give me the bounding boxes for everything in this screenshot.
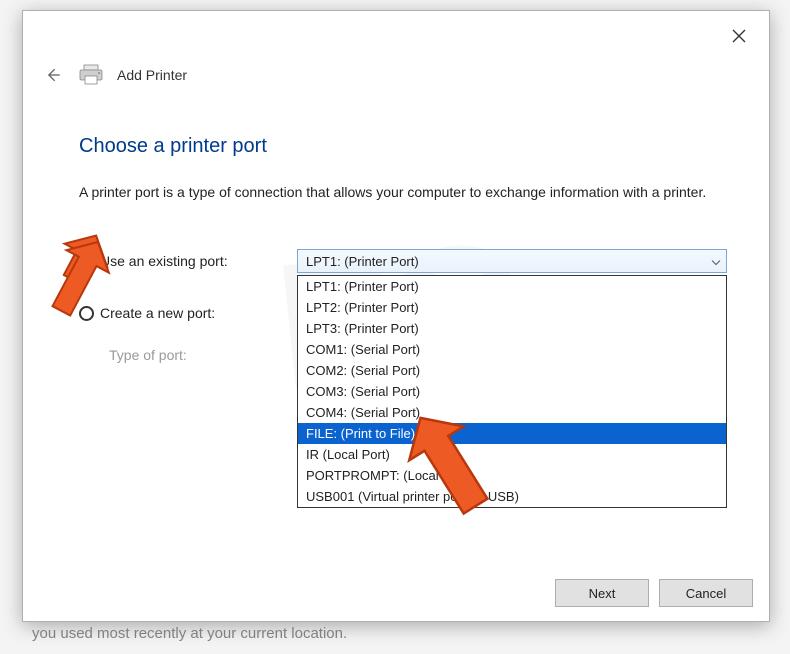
back-arrow-icon [43,65,63,85]
back-button[interactable] [41,63,65,87]
port-option[interactable]: LPT3: (Printer Port) [298,318,726,339]
close-icon [732,29,746,43]
background-text: you used most recently at your current l… [32,625,347,642]
existing-port-row: Use an existing port: LPT1: (Printer Por… [79,249,727,273]
port-option[interactable]: IR (Local Port) [298,444,726,465]
header-row: Add Printer [41,63,187,87]
create-new-port-radio[interactable] [79,306,94,321]
use-existing-port-label: Use an existing port: [100,253,228,269]
port-option[interactable]: COM1: (Serial Port) [298,339,726,360]
page-description: A printer port is a type of connection t… [79,183,719,202]
cancel-button[interactable]: Cancel [659,579,753,607]
printer-icon [77,64,105,86]
port-option-file[interactable]: FILE: (Print to File) [298,423,726,444]
port-option[interactable]: LPT1: (Printer Port) [298,276,726,297]
port-option[interactable]: PORTPROMPT: (Local Port) [298,465,726,486]
type-of-port-label: Type of port: [79,347,297,363]
port-dropdown-list[interactable]: LPT1: (Printer Port)LPT2: (Printer Port)… [297,275,727,508]
port-option[interactable]: COM3: (Serial Port) [298,381,726,402]
port-option[interactable]: COM2: (Serial Port) [298,360,726,381]
page-heading: Choose a printer port [79,135,267,158]
use-existing-port-radio[interactable] [79,254,94,269]
port-option[interactable]: USB001 (Virtual printer port for USB) [298,486,726,507]
chevron-down-icon [711,254,721,269]
existing-port-combo-value: LPT1: (Printer Port) [306,254,419,269]
add-printer-dialog: PC Add Printer Choose a printer port A p… [22,10,770,622]
port-option[interactable]: COM4: (Serial Port) [298,402,726,423]
dialog-title: Add Printer [117,67,187,83]
button-bar: Next Cancel [555,579,753,607]
create-new-port-label: Create a new port: [100,305,215,321]
port-option[interactable]: LPT2: (Printer Port) [298,297,726,318]
next-button[interactable]: Next [555,579,649,607]
existing-port-combo[interactable]: LPT1: (Printer Port) [297,249,727,273]
close-button[interactable] [721,21,757,51]
